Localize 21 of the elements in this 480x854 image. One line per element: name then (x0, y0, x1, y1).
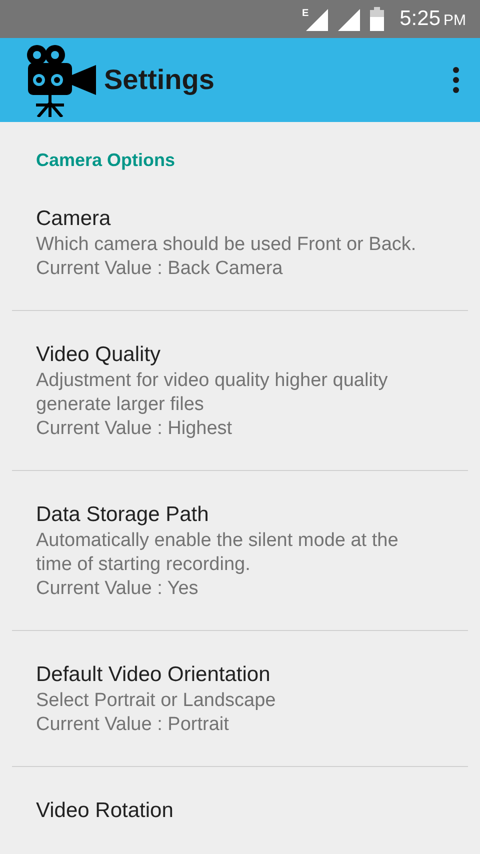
app-title: Settings (104, 64, 216, 96)
battery-icon (370, 7, 384, 31)
preference-title[interactable]: Data Storage Path (36, 501, 428, 529)
preference-summary: Select Portrait or Landscape (36, 689, 277, 713)
movie-camera-icon (24, 43, 96, 117)
current-value: Current Value : Portrait (36, 713, 230, 737)
current-value: Current Value : Highest (36, 417, 234, 441)
current-value: Current Value : Yes (36, 577, 200, 601)
preference-summary: Adjustment for video quality higher quality generate larger files (36, 369, 389, 417)
preference-title[interactable]: Video Rotation (36, 797, 428, 825)
preference-summary: Which camera should be used Front or Back. (36, 233, 418, 257)
network-type: E (302, 8, 308, 19)
category-title: Camera Options (36, 150, 176, 170)
clock: 5:25 PM (400, 7, 466, 31)
signal-icon (338, 7, 362, 31)
preference-title[interactable]: Video Quality (36, 341, 428, 369)
preference-title[interactable]: Default Video Orientation (36, 661, 428, 689)
current-value: Current Value : Back Camera (36, 257, 284, 281)
overflow-menu-icon[interactable] (452, 67, 460, 93)
preference-summary: Automatically enable the silent mode at the time of starting recording. (36, 529, 400, 577)
preference-title[interactable]: Camera (36, 205, 428, 233)
